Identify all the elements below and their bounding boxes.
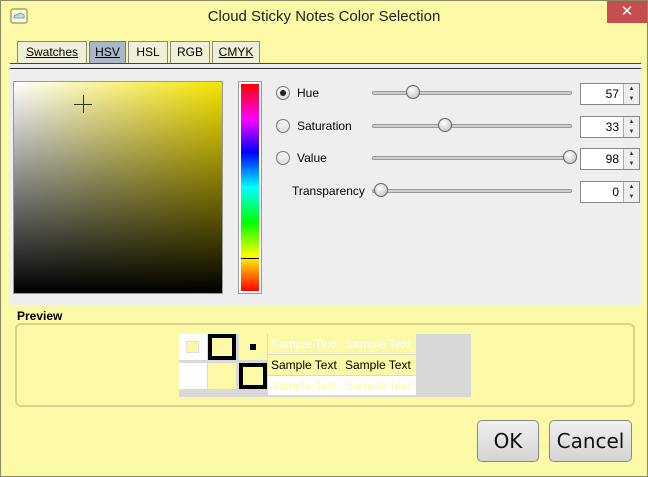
transparency-slider[interactable] [372, 189, 572, 193]
saturation-radio[interactable] [276, 119, 290, 133]
hue-marker[interactable] [241, 257, 259, 259]
saturation-slider[interactable] [372, 124, 572, 128]
value-spinner[interactable]: 98 ▲ ▼ [580, 148, 640, 170]
tab-label: RGB [176, 45, 203, 59]
hue-slider-thumb[interactable] [406, 85, 420, 99]
spin-up-icon[interactable]: ▲ [624, 117, 639, 127]
cancel-button[interactable]: Cancel [549, 420, 632, 462]
transparency-slider-thumb[interactable] [374, 183, 388, 197]
color-selection-dialog: Cloud Sticky Notes Color Selection ✕ Swa… [0, 0, 648, 477]
tab-label: Swatches [25, 45, 79, 59]
hue-row: Hue 57 ▲ ▼ [276, 81, 641, 107]
spin-down-icon[interactable]: ▼ [624, 192, 639, 202]
hue-strip[interactable] [238, 81, 262, 294]
tab-hsl[interactable]: HSL [128, 41, 168, 63]
transparency-spinner[interactable]: 0 ▲ ▼ [580, 181, 640, 203]
spin-up-icon[interactable]: ▲ [624, 84, 639, 94]
preview-sample-text: Sample Text [345, 337, 411, 351]
tab-label: HSV [95, 45, 120, 59]
spin-down-icon[interactable]: ▼ [624, 159, 639, 169]
saturation-slider-thumb[interactable] [438, 118, 452, 132]
tab-label: CMYK [218, 45, 254, 59]
crosshair-icon [83, 95, 84, 113]
hue-gradient [241, 84, 259, 291]
transparency-label: Transparency [292, 184, 365, 198]
tab-rgb[interactable]: RGB [170, 41, 210, 63]
preview-swatch [212, 338, 232, 356]
preview-swatch [186, 341, 199, 353]
value-label: Value [297, 151, 327, 165]
hue-radio[interactable] [276, 86, 290, 100]
spin-down-icon[interactable]: ▼ [624, 127, 639, 137]
saturation-label: Saturation [297, 119, 352, 133]
divider [10, 68, 641, 69]
transparency-spin-buttons: ▲ ▼ [623, 182, 639, 202]
hue-spin-buttons: ▲ ▼ [623, 84, 639, 104]
preview-sample-text: Sample Text [271, 379, 337, 393]
preview-swatch [243, 367, 263, 385]
hsv-panel: Hue 57 ▲ ▼ Saturation 33 ▲ ▼ Value 98 ▲ … [10, 63, 641, 305]
saturation-value-picker[interactable] [13, 81, 223, 294]
hue-value[interactable]: 57 [606, 87, 619, 101]
window-title: Cloud Sticky Notes Color Selection [207, 8, 441, 25]
value-value[interactable]: 98 [606, 152, 619, 166]
saturation-spinner[interactable]: 33 ▲ ▼ [580, 116, 640, 138]
preview-swatch [179, 363, 207, 389]
close-button[interactable]: ✕ [607, 1, 647, 23]
tab-cmyk[interactable]: CMYK [212, 41, 260, 63]
preview-swatches: Sample Text Sample Text Sample Text Samp… [179, 334, 471, 397]
preview-sample-text: Sample Text [345, 379, 411, 393]
saturation-value-gradient [14, 82, 222, 293]
spin-up-icon[interactable]: ▲ [624, 149, 639, 159]
hue-spinner[interactable]: 57 ▲ ▼ [580, 83, 640, 105]
tab-label: HSL [136, 45, 160, 59]
tab-hsv[interactable]: HSV [89, 41, 126, 64]
spin-up-icon[interactable]: ▲ [624, 182, 639, 192]
saturation-spin-buttons: ▲ ▼ [623, 117, 639, 137]
spin-down-icon[interactable]: ▼ [624, 94, 639, 104]
tab-swatches[interactable]: Swatches [17, 41, 87, 63]
ok-button[interactable]: OK [477, 420, 539, 462]
value-slider[interactable] [372, 156, 572, 160]
transparency-value[interactable]: 0 [612, 185, 619, 199]
preview-sample-text: Sample Text [271, 337, 337, 351]
value-slider-thumb[interactable] [563, 150, 577, 164]
value-radio[interactable] [276, 151, 290, 165]
preview-label: Preview [17, 309, 63, 323]
value-spin-buttons: ▲ ▼ [623, 149, 639, 169]
title-bar: Cloud Sticky Notes Color Selection ✕ [1, 1, 647, 32]
value-row: Value 98 ▲ ▼ [276, 146, 641, 172]
preview-sample-text: Sample Text [271, 358, 337, 372]
saturation-value[interactable]: 33 [606, 120, 619, 134]
hue-label: Hue [297, 86, 320, 100]
hue-slider[interactable] [372, 91, 572, 95]
preview-swatch [250, 344, 256, 350]
saturation-row: Saturation 33 ▲ ▼ [276, 114, 641, 140]
transparency-row: Transparency 0 ▲ ▼ [276, 179, 641, 205]
preview-sample-text: Sample Text [345, 358, 411, 372]
preview-swatch [208, 363, 236, 389]
